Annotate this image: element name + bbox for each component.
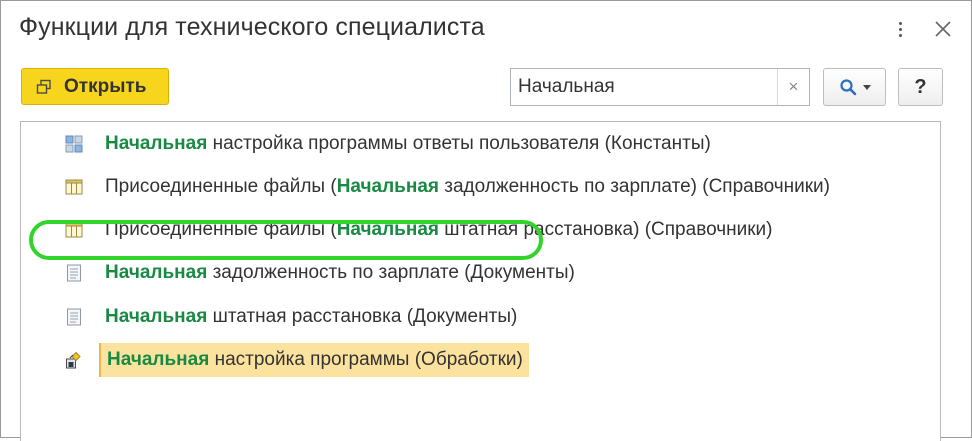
list-item-label: Начальная штатная расстановка (Документы…: [105, 306, 517, 328]
list-item-label: Начальная задолженность по зарплате (Док…: [105, 262, 575, 284]
results-list: Начальная настройка программы ответы пол…: [20, 121, 941, 441]
data-processor-icon: [66, 351, 81, 369]
search-button[interactable]: [823, 68, 886, 106]
dialog-window: Функции для технического специалиста Отк…: [0, 0, 972, 441]
list-item-label: Начальная настройка программы ответы пол…: [105, 133, 711, 155]
list-item[interactable]: Присоединенные файлы (Начальная задолжен…: [21, 169, 940, 205]
constants-icon: [65, 135, 83, 153]
more-vertical-icon[interactable]: [889, 17, 911, 41]
catalog-icon: [65, 179, 83, 195]
item-text: Присоединенные файлы (: [105, 219, 337, 240]
open-button[interactable]: Открыть: [21, 68, 169, 105]
list-item-label: Присоединенные файлы (Начальная штатная …: [105, 219, 772, 241]
chevron-down-icon: [862, 84, 871, 90]
close-icon[interactable]: [933, 19, 953, 39]
match-highlight: Начальная: [105, 306, 208, 327]
list-item-label: Начальная настройка программы (Обработки…: [99, 343, 529, 377]
document-icon: [67, 264, 81, 282]
list-item-selected[interactable]: Начальная настройка программы (Обработки…: [21, 342, 940, 378]
item-text: штатная расстановка (Документы): [207, 306, 518, 327]
match-highlight: Начальная: [336, 219, 439, 240]
list-item[interactable]: Начальная настройка программы ответы пол…: [21, 126, 940, 162]
match-highlight: Начальная: [105, 262, 208, 283]
match-highlight: Начальная: [336, 176, 439, 197]
document-icon: [67, 308, 81, 326]
open-window-icon: [36, 79, 51, 94]
match-highlight: Начальная: [105, 133, 208, 154]
item-text: штатная расстановка) (Справочники): [438, 219, 773, 240]
list-item[interactable]: Начальная задолженность по зарплате (Док…: [21, 255, 940, 291]
item-text: настройка программы (Обработки): [209, 349, 523, 370]
search-input[interactable]: [511, 70, 780, 104]
window-title: Функции для технического специалиста: [19, 13, 485, 41]
open-button-label: Открыть: [64, 75, 147, 97]
item-text: Присоединенные файлы (: [105, 176, 337, 197]
list-item[interactable]: Присоединенные файлы (Начальная штатная …: [21, 212, 940, 248]
list-item-label: Присоединенные файлы (Начальная задолжен…: [105, 176, 830, 198]
item-text: настройка программы ответы пользователя …: [207, 133, 711, 154]
item-text: задолженность по зарплате (Документы): [207, 262, 575, 283]
match-highlight: Начальная: [107, 349, 210, 370]
search-box: ×: [510, 68, 810, 106]
catalog-icon: [65, 222, 83, 238]
item-text: задолженность по зарплате) (Справочники): [438, 176, 830, 197]
magnifier-icon: [839, 79, 856, 96]
help-button[interactable]: ?: [898, 68, 943, 106]
clear-x-icon[interactable]: ×: [777, 69, 809, 105]
list-item[interactable]: Начальная штатная расстановка (Документы…: [21, 299, 940, 335]
